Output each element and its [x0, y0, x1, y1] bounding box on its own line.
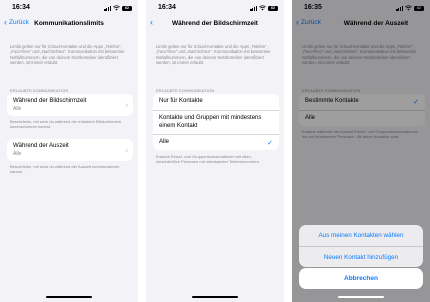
page-title: Während der Bildschirmzeit [172, 20, 258, 27]
options-footer: Erlaube Einzel- und Gruppenkonversatione… [156, 154, 260, 164]
disclosure-chevron-icon: › [125, 145, 128, 155]
home-indicator [338, 295, 384, 298]
option-label: Kontakte und Gruppen mit mindestens eine… [159, 115, 262, 129]
downtime-footer: Beschränke, mit wem du während der Ausze… [10, 164, 120, 174]
signal-icon [104, 6, 111, 11]
limits-description: Limits gelten nur für iCloud-Kontakte un… [10, 44, 125, 65]
option-label: Nur für Kontakte [159, 98, 203, 105]
battery-icon: 62 [122, 5, 132, 11]
option-contacts-and-groups[interactable]: Kontakte und Gruppen mit mindestens eine… [153, 110, 279, 134]
option-contacts-only[interactable]: Nur für Kontakte [153, 94, 279, 110]
screen-during-screen-time: 16:34 62 ‹ Während der Bildschirmzeit Li… [146, 0, 284, 302]
navigation-bar: ‹ Während der Bildschirmzeit [146, 18, 284, 31]
add-new-contact-button[interactable]: Neuen Kontakt hinzufügen [299, 246, 423, 267]
status-bar: 16:34 62 [146, 4, 284, 14]
downtime-value: Alle [13, 151, 22, 158]
screen-time-title: Während der Bildschirmzeit [13, 97, 87, 104]
screen-communication-limits: 16:34 62 ‹ Zurück Kommunikationslimits Li… [0, 0, 138, 302]
choose-from-contacts-button[interactable]: Aus meinen Kontakten wählen [299, 225, 423, 246]
status-bar: 16:34 62 [0, 4, 138, 14]
screen-time-footer: Beschränke, mit wem du während der erlau… [10, 119, 121, 129]
downtime-group: Während der Auszeit Alle › [7, 139, 133, 161]
downtime-title: Während der Auszeit [13, 142, 69, 149]
limits-description: Limits gelten nur für iCloud-Kontakte un… [156, 44, 271, 65]
section-header: ERLAUBTE KOMMUNIKATION [156, 88, 215, 93]
page-title: Kommunikationslimits [34, 20, 104, 27]
cancel-button[interactable]: Abbrechen [299, 268, 423, 289]
downtime-row[interactable]: Während der Auszeit Alle › [7, 139, 133, 161]
status-time: 16:34 [158, 4, 176, 11]
home-indicator [46, 295, 92, 298]
screen-time-group: Während der Bildschirmzeit Alle › [7, 94, 133, 116]
navigation-bar: ‹ Zurück Kommunikationslimits [0, 18, 138, 31]
wifi-icon [113, 5, 120, 11]
battery-icon: 62 [268, 5, 278, 11]
option-label: Alle [159, 138, 170, 145]
communication-options: Nur für Kontakte Kontakte und Gruppen mi… [153, 94, 279, 150]
option-everyone[interactable]: Alle ✓ [153, 134, 279, 150]
checkmark-icon: ✓ [267, 139, 273, 147]
home-indicator [192, 295, 238, 298]
disclosure-chevron-icon: › [125, 100, 128, 110]
wifi-icon [259, 5, 266, 11]
status-time: 16:34 [12, 4, 30, 11]
signal-icon [250, 6, 257, 11]
screen-during-downtime: 16:35 62 ‹ Zurück Während der Auszeit Lim… [292, 0, 430, 302]
screen-time-row[interactable]: Während der Bildschirmzeit Alle › [7, 94, 133, 116]
section-header: ERLAUBTE KOMMUNIKATION [10, 88, 69, 93]
action-sheet: Aus meinen Kontakten wählen Neuen Kontak… [299, 225, 423, 267]
screen-time-value: Alle [13, 106, 22, 113]
